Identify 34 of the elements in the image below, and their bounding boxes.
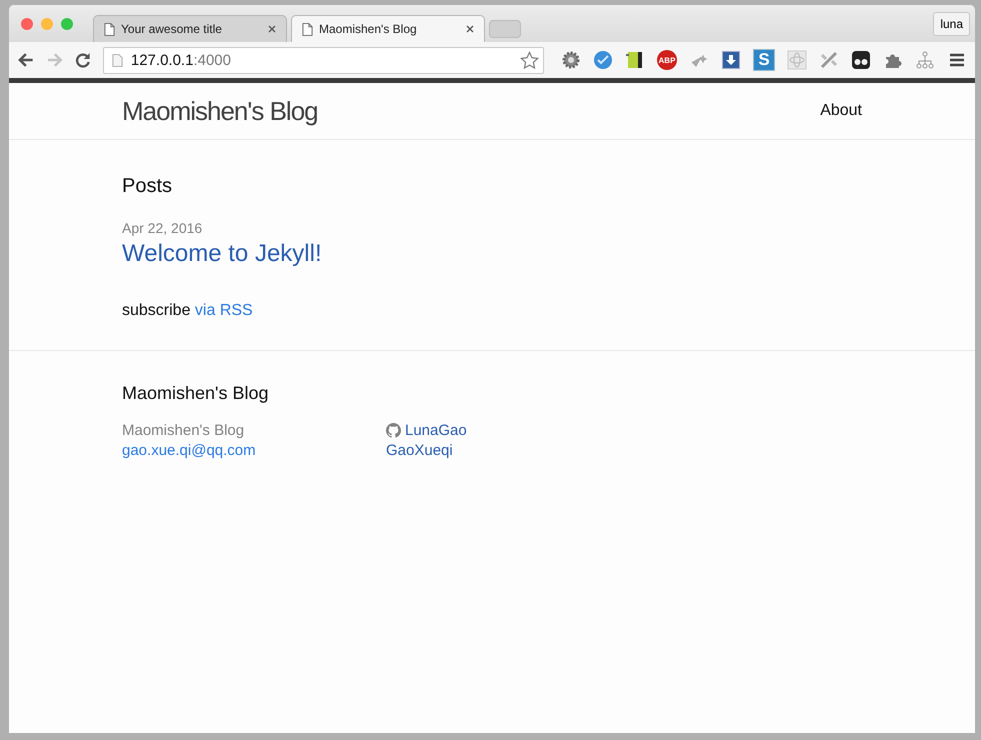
download-icon[interactable] — [720, 50, 741, 70]
twitter-link[interactable]: GaoXueqi — [386, 442, 453, 459]
github-link[interactable]: LunaGao — [386, 422, 467, 439]
gear-icon[interactable] — [560, 50, 581, 70]
post-date: Apr 22, 2016 — [122, 220, 202, 236]
browser-tab[interactable]: Maomishen's Blog — [291, 15, 485, 42]
notebook-icon[interactable] — [624, 50, 645, 70]
letter-icon[interactable]: S — [752, 49, 775, 71]
nav-link[interactable]: About — [820, 102, 862, 120]
address-bar[interactable]: 127.0.0.1:4000 — [102, 46, 544, 74]
adblock-icon[interactable]: ABP — [656, 50, 677, 70]
sitemap-icon[interactable] — [914, 50, 935, 70]
footer-site-name: Maomishen's Blog — [122, 422, 244, 439]
github-icon — [386, 423, 401, 438]
browser-tab[interactable]: Your awesome title — [93, 15, 287, 42]
rss-link[interactable]: via RSS — [194, 302, 253, 319]
site-title[interactable]: Maomishen's Blog — [122, 96, 318, 126]
close-window-button[interactable] — [21, 18, 33, 30]
email-link[interactable]: gao.xue.qi@qq.com — [122, 442, 256, 459]
subscribe-text: subscribe via RSS — [122, 302, 253, 320]
glasses-icon[interactable] — [850, 50, 871, 70]
page-icon — [104, 22, 115, 36]
close-tab-icon[interactable] — [466, 25, 474, 33]
page-icon — [112, 54, 123, 66]
back-icon[interactable] — [17, 51, 35, 69]
footer-heading: Maomishen's Blog — [122, 383, 270, 404]
github-username[interactable]: LunaGao — [405, 422, 467, 439]
bookmark-star-icon[interactable] — [520, 50, 539, 70]
page-icon — [302, 22, 313, 36]
posts-heading: Posts — [122, 175, 172, 198]
reload-icon[interactable] — [74, 51, 92, 69]
close-tab-icon[interactable] — [268, 25, 276, 33]
profile-button[interactable]: luna — [933, 12, 970, 36]
post-title-link[interactable]: Welcome to Jekyll! — [122, 240, 322, 268]
